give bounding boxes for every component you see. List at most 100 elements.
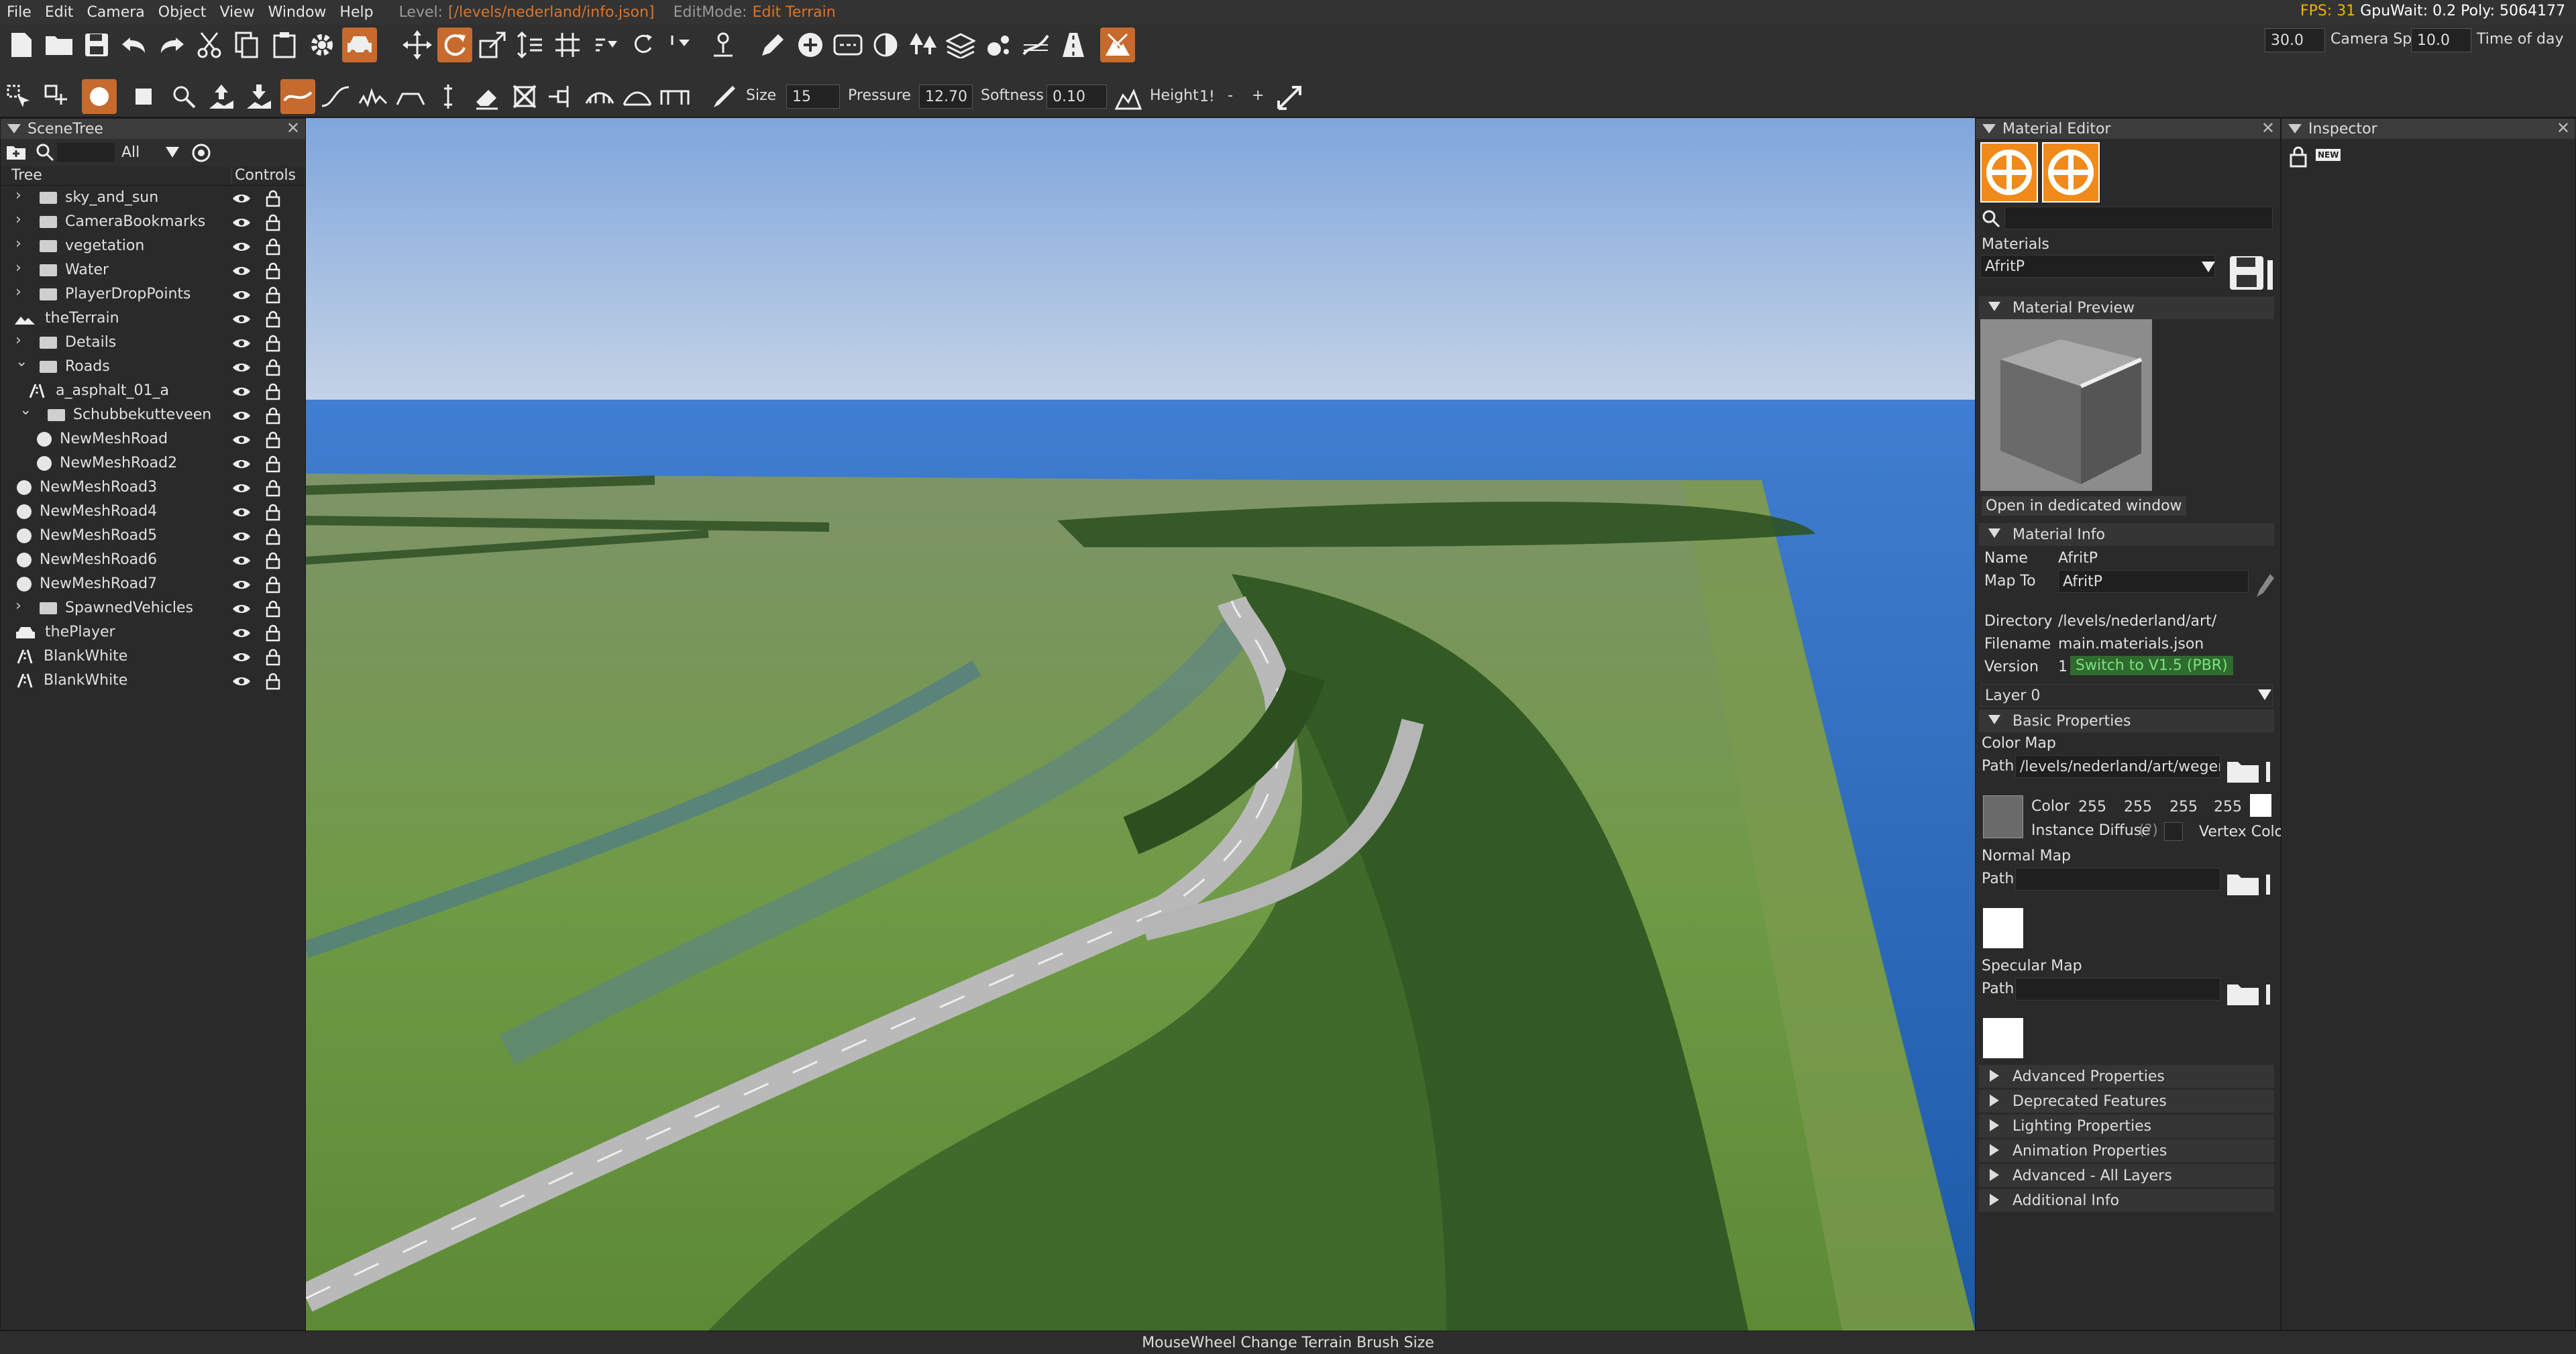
- basic-properties-section[interactable]: Basic Properties: [1979, 710, 2274, 732]
- tree-row[interactable]: NewMeshRoad5: [1, 524, 296, 548]
- noise-tool-icon[interactable]: [356, 79, 390, 114]
- chevron-right-icon[interactable]: ›: [15, 260, 21, 276]
- brush-size-input[interactable]: 15: [786, 84, 840, 109]
- tree-row[interactable]: a_asphalt_01_a: [1, 379, 296, 403]
- gear-icon[interactable]: [305, 27, 339, 62]
- menu-object[interactable]: Object: [152, 4, 213, 21]
- lock-icon[interactable]: [265, 600, 281, 618]
- smooth-tool-icon[interactable]: [280, 79, 315, 114]
- tree-row[interactable]: NewMeshRoad: [1, 427, 296, 451]
- material-copy-icon[interactable]: [2042, 142, 2100, 203]
- select-tool-icon[interactable]: [1, 79, 36, 114]
- paste-icon[interactable]: [267, 27, 302, 62]
- bridge-tool-icon[interactable]: [582, 79, 617, 114]
- pencil-icon[interactable]: [755, 27, 790, 62]
- open-folder-icon[interactable]: [42, 27, 76, 62]
- copy-icon[interactable]: [229, 27, 264, 62]
- lock-icon[interactable]: [265, 286, 281, 304]
- panel-collapse-icon[interactable]: [7, 124, 21, 133]
- normal-map-thumbnail[interactable]: [1983, 908, 2023, 948]
- new-file-icon[interactable]: [4, 27, 39, 62]
- tree-row[interactable]: thePlayer: [1, 620, 296, 644]
- visibility-eye-icon[interactable]: [231, 506, 252, 519]
- panel-collapse-icon[interactable]: [1982, 124, 1996, 133]
- visibility-eye-icon[interactable]: [231, 216, 252, 229]
- collapsed-section[interactable]: Deprecated Features: [1979, 1090, 2274, 1113]
- open-dedicated-window-button[interactable]: Open in dedicated window: [1982, 496, 2186, 516]
- instance-diffuse-checkbox[interactable]: [2164, 822, 2183, 841]
- menu-view[interactable]: View: [213, 4, 261, 21]
- visibility-eye-icon[interactable]: [231, 385, 252, 398]
- flatten-tool-icon[interactable]: [393, 79, 428, 114]
- select-zone-icon[interactable]: [166, 79, 201, 114]
- lock-icon[interactable]: [265, 648, 281, 666]
- tree-row[interactable]: › Water: [1, 258, 296, 282]
- tree-row[interactable]: › PlayerDropPoints: [1, 282, 296, 306]
- road-editor-icon[interactable]: [830, 27, 865, 62]
- height-decrement-button[interactable]: -: [1228, 87, 1233, 104]
- close-icon[interactable]: ✕: [2557, 119, 2570, 137]
- lock-icon[interactable]: [265, 552, 281, 569]
- tree-row[interactable]: NewMeshRoad6: [1, 548, 296, 572]
- lock-icon[interactable]: [2289, 146, 2308, 168]
- menu-window[interactable]: Window: [262, 4, 333, 21]
- clear-height-icon[interactable]: [545, 79, 580, 114]
- tree-row[interactable]: NewMeshRoad3: [1, 475, 296, 500]
- height-tool-icon[interactable]: [1111, 80, 1146, 115]
- color-map-path-input[interactable]: /levels/nederland/art/wegen/F: [2015, 755, 2220, 778]
- chevron-down-icon[interactable]: ⌄: [15, 353, 28, 370]
- raise-height-icon[interactable]: [204, 79, 239, 114]
- lock-icon[interactable]: [265, 214, 281, 231]
- lock-icon[interactable]: [265, 190, 281, 207]
- tree-row[interactable]: BlankWhite: [1, 644, 296, 669]
- tree-row[interactable]: ⌄ Roads: [1, 353, 296, 379]
- color-map-thumbnail[interactable]: [1983, 795, 2023, 838]
- visibility-eye-icon[interactable]: [231, 337, 252, 350]
- material-search-input[interactable]: [2004, 207, 2273, 229]
- close-icon[interactable]: ✕: [286, 119, 300, 137]
- chevron-down-icon[interactable]: [2202, 262, 2215, 272]
- color-a-input[interactable]: 255: [2210, 795, 2249, 818]
- folder-icon[interactable]: [2226, 980, 2273, 1007]
- hole-tool-icon[interactable]: [507, 79, 542, 114]
- rotate-snap-icon[interactable]: [625, 27, 660, 62]
- brush-circle-icon[interactable]: [82, 79, 117, 114]
- terrain-materials-icon[interactable]: [943, 27, 978, 62]
- flatten-curve-icon[interactable]: [318, 79, 353, 114]
- camera-speed-input[interactable]: 30.0: [2265, 28, 2325, 52]
- chevron-down-icon[interactable]: [2258, 689, 2271, 700]
- tree-row[interactable]: › sky_and_sun: [1, 186, 296, 210]
- visibility-eye-icon[interactable]: [231, 530, 252, 543]
- visibility-eye-icon[interactable]: [231, 409, 252, 422]
- material-select[interactable]: AfritP: [1980, 255, 2215, 278]
- lock-icon[interactable]: [265, 238, 281, 256]
- new-badge-icon[interactable]: NEW: [2316, 149, 2341, 161]
- tree-row[interactable]: ⌄ Schubbekutteveen: [1, 402, 296, 427]
- lock-icon[interactable]: [265, 455, 281, 473]
- snap-dropdown-icon[interactable]: [588, 27, 623, 62]
- brush-square-icon[interactable]: [126, 79, 161, 114]
- material-preview-section[interactable]: Material Preview: [1979, 296, 2274, 319]
- visibility-eye-icon[interactable]: [231, 651, 252, 664]
- visibility-eye-icon[interactable]: [231, 457, 252, 471]
- visibility-eye-icon[interactable]: [231, 313, 252, 326]
- lock-icon[interactable]: [265, 624, 281, 642]
- visibility-eye-icon[interactable]: [231, 433, 252, 447]
- panel-collapse-icon[interactable]: [2288, 124, 2302, 133]
- tree-row[interactable]: › SpawnedVehicles: [1, 596, 296, 620]
- menu-camera[interactable]: Camera: [80, 4, 151, 21]
- time-of-day-input[interactable]: 10.0: [2411, 28, 2471, 52]
- tree-row[interactable]: theTerrain: [1, 306, 296, 331]
- specular-map-thumbnail[interactable]: [1983, 1018, 2023, 1058]
- lock-icon[interactable]: [265, 407, 281, 425]
- angle-dropdown-icon[interactable]: [663, 27, 698, 62]
- brush-resize-icon[interactable]: [1272, 80, 1307, 115]
- mesh-road-icon[interactable]: [1056, 27, 1091, 62]
- edit-pencil-icon[interactable]: [2254, 571, 2274, 600]
- vehicle-icon[interactable]: [342, 27, 377, 62]
- lock-icon[interactable]: [265, 479, 281, 497]
- grid-snap-icon[interactable]: [550, 27, 585, 62]
- visibility-eye-icon[interactable]: [231, 626, 252, 640]
- move-gizmo-icon[interactable]: [400, 27, 435, 62]
- tree-row[interactable]: NewMeshRoad4: [1, 500, 296, 524]
